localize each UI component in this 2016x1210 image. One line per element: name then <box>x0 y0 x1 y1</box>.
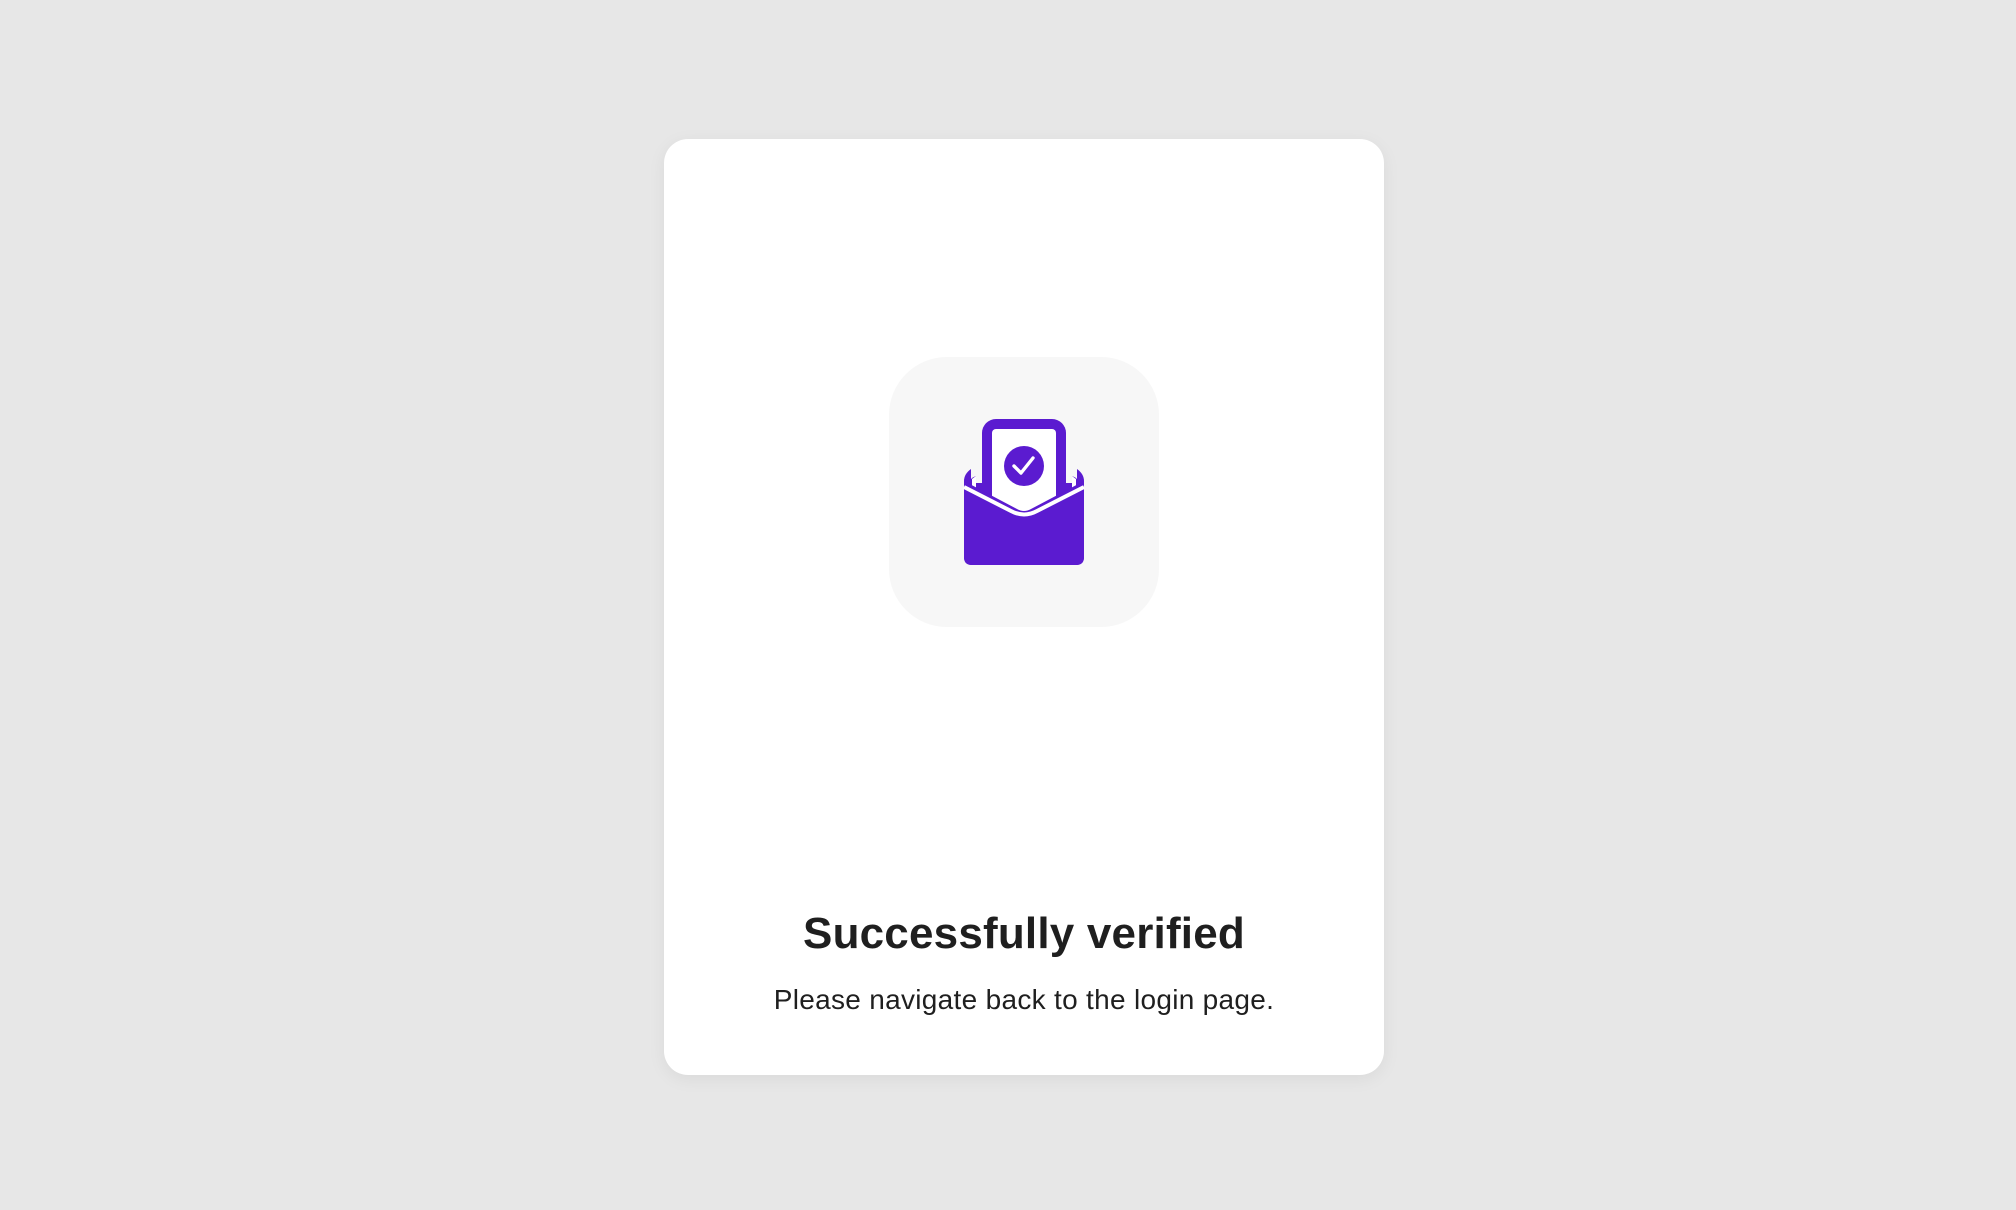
page-title: Successfully verified <box>803 909 1245 959</box>
icon-container <box>889 357 1159 627</box>
envelope-check-icon <box>963 419 1085 565</box>
status-message: Please navigate back to the login page. <box>773 984 1275 1015</box>
verification-card: Successfully verified Please navigate ba… <box>664 139 1384 1075</box>
